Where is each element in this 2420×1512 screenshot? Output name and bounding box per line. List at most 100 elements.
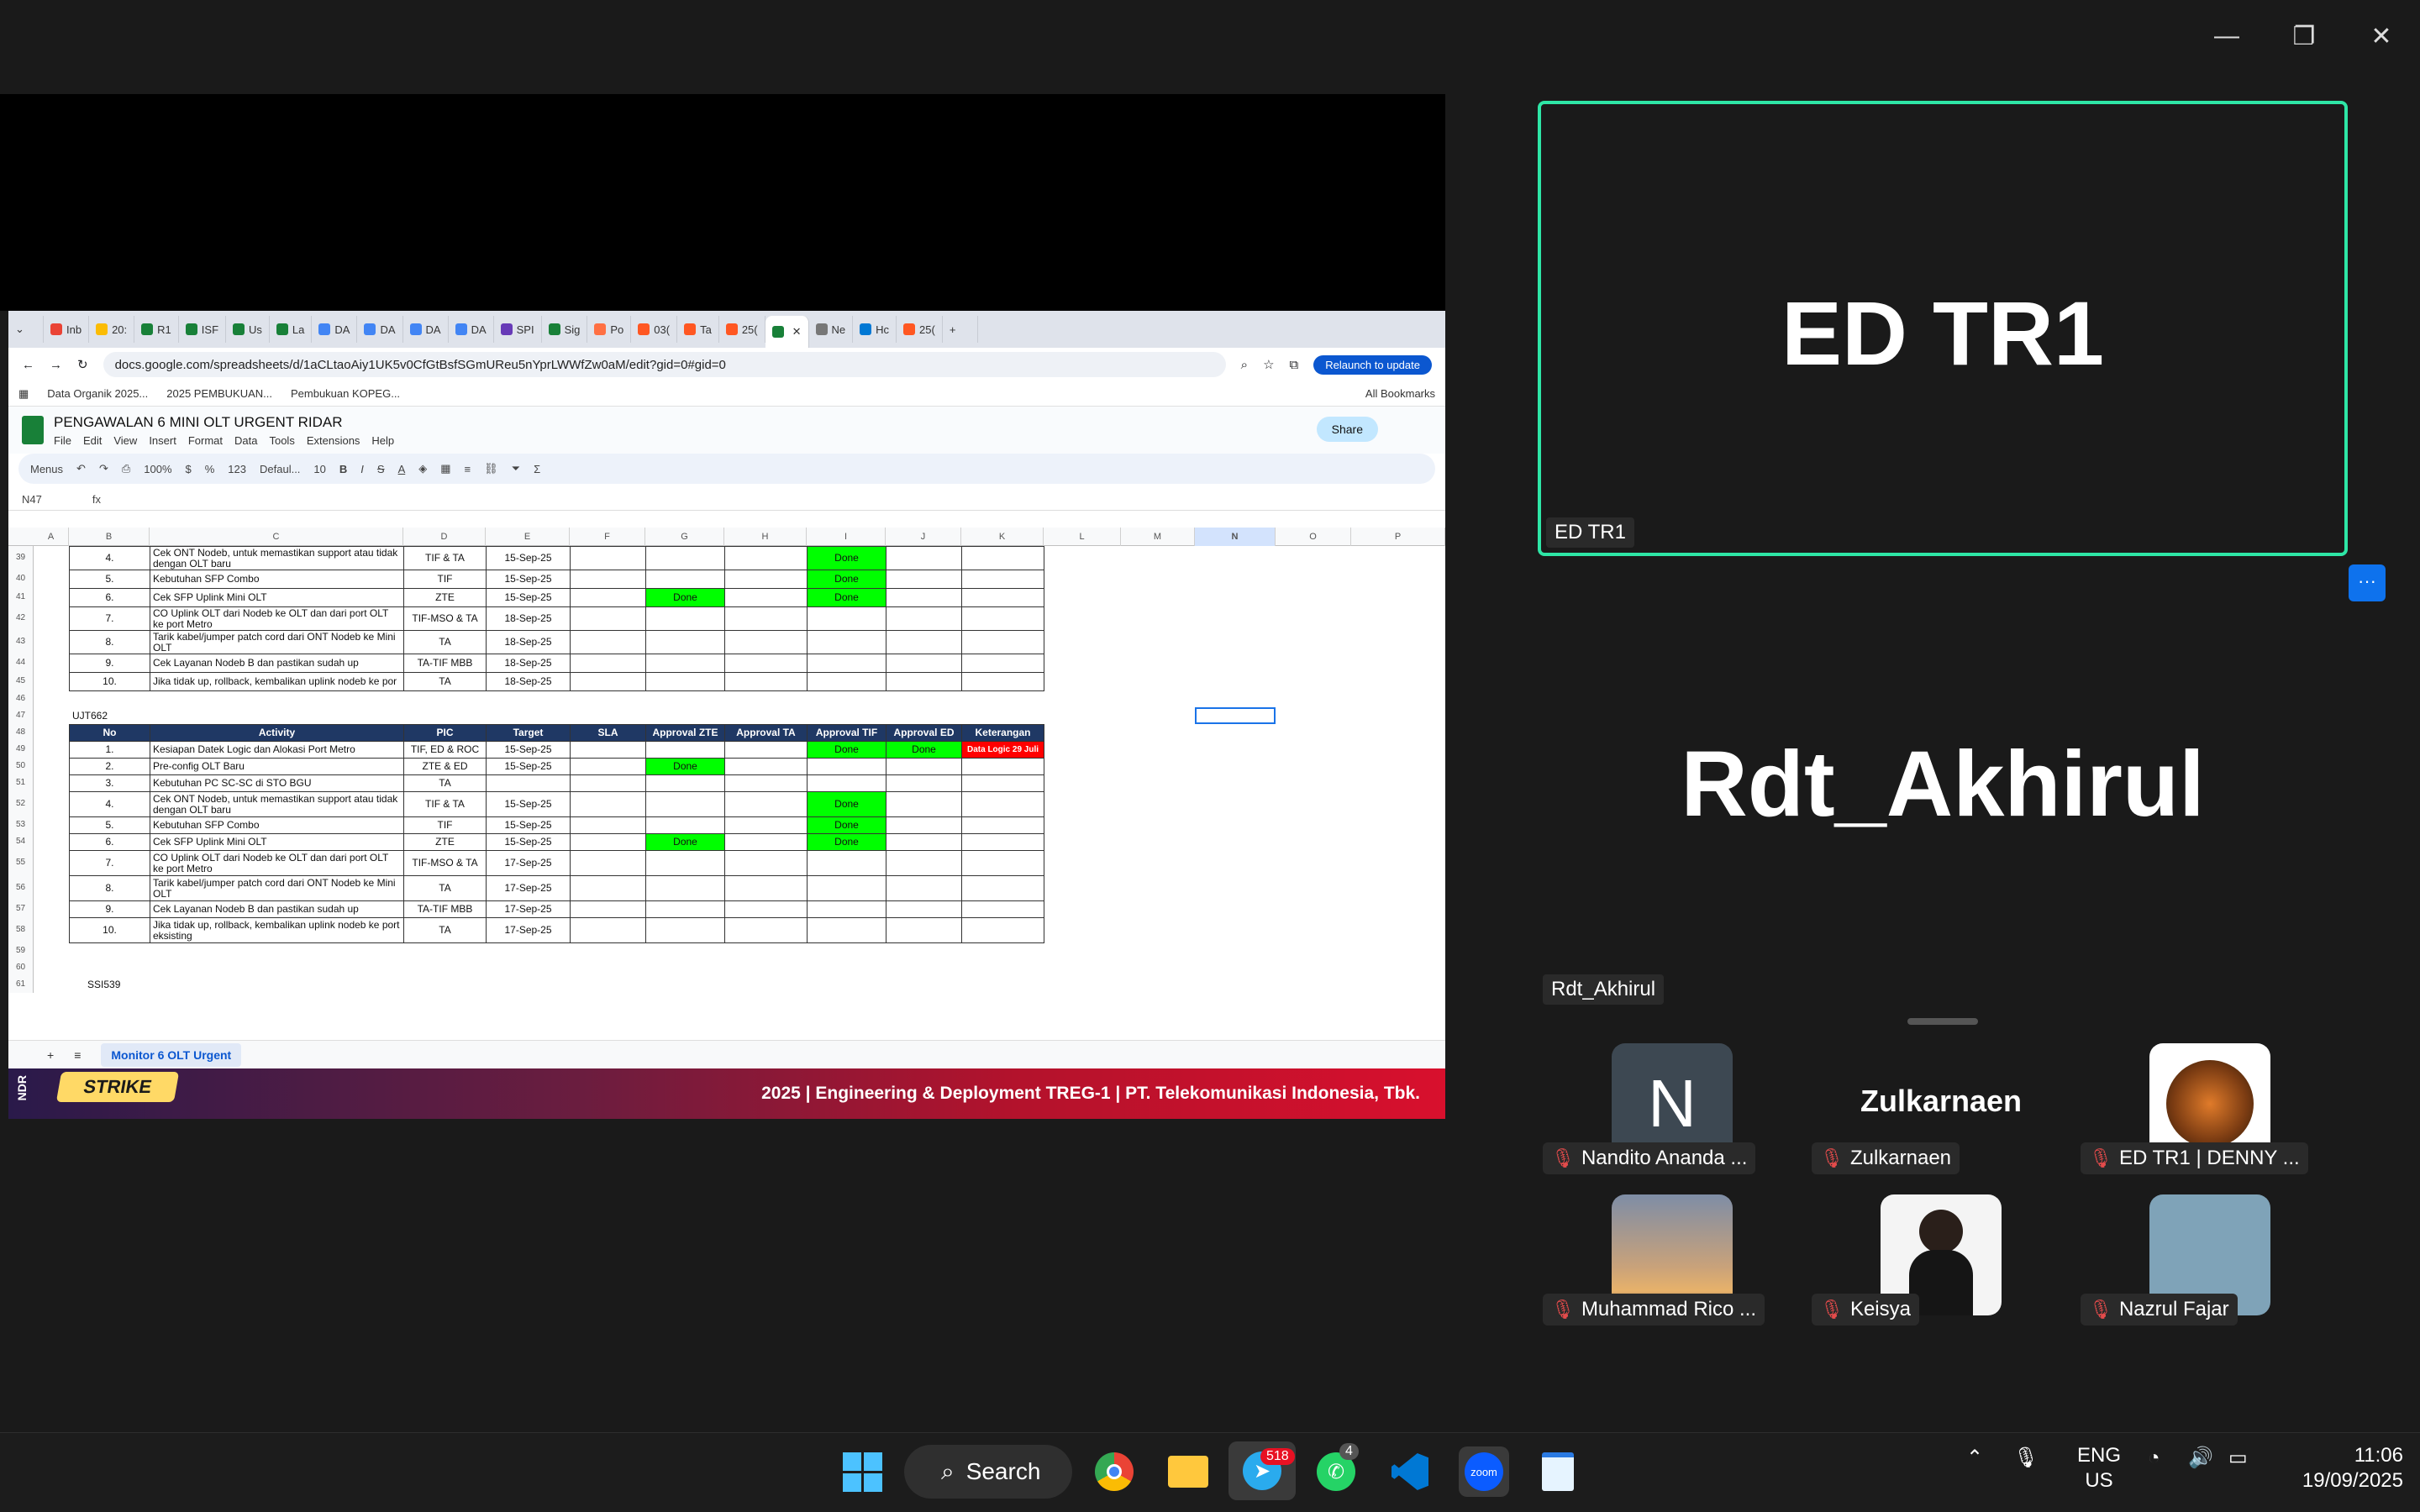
percent-button[interactable]: % xyxy=(205,463,215,475)
row-number[interactable]: 41 xyxy=(8,588,34,606)
zoom-icon[interactable]: ⌕ xyxy=(1241,358,1248,372)
column-header[interactable]: H xyxy=(724,528,807,546)
star-icon[interactable]: ☆ xyxy=(1263,357,1274,372)
mic-location-icon[interactable]: 🎙 xyxy=(2013,1445,2039,1472)
row-number[interactable]: 39 xyxy=(8,546,34,570)
panel-drag-handle[interactable] xyxy=(1907,1018,1978,1025)
column-header[interactable]: K xyxy=(961,528,1044,546)
row-number[interactable]: 48 xyxy=(8,724,34,741)
row-number[interactable]: 53 xyxy=(8,816,34,833)
menu-item[interactable]: Insert xyxy=(149,434,176,447)
chrome-icon[interactable] xyxy=(1089,1446,1139,1497)
close-button[interactable]: ✕ xyxy=(2343,0,2420,72)
column-header[interactable]: B xyxy=(69,528,150,546)
row-number[interactable]: 54 xyxy=(8,833,34,850)
forward-icon[interactable]: → xyxy=(50,358,62,372)
tab-close-icon[interactable]: ✕ xyxy=(792,325,802,339)
browser-tab[interactable]: Ne xyxy=(809,316,854,343)
browser-tab[interactable]: ✕ xyxy=(765,316,809,348)
font-size-field[interactable]: 10 xyxy=(313,463,325,475)
spreadsheet-grid[interactable]: ABCDEFGHIJKLMNOP 39 4. Cek ONT Nodeb, untu… xyxy=(8,528,1445,1032)
fill-color-icon[interactable]: ◈ xyxy=(418,462,427,475)
bookmark-2[interactable]: 2025 PEMBUKUAN... xyxy=(166,387,272,400)
extensions-icon[interactable]: ⧉ xyxy=(1290,358,1299,372)
row-number[interactable]: 61 xyxy=(8,976,34,993)
column-header[interactable]: A xyxy=(34,528,69,546)
battery-icon[interactable]: ▭ xyxy=(2228,1445,2248,1472)
functions-icon[interactable]: Σ xyxy=(534,463,540,475)
row-number[interactable]: 55 xyxy=(8,850,34,875)
video-tile-ed-tr1[interactable]: ED TR1 ED TR1 xyxy=(1538,101,2348,556)
column-header[interactable]: P xyxy=(1351,528,1445,546)
bookmark-3[interactable]: Pembukuan KOPEG... xyxy=(291,387,400,400)
minimize-button[interactable]: — xyxy=(2188,0,2265,72)
column-header[interactable]: D xyxy=(403,528,486,546)
column-header[interactable]: C xyxy=(150,528,403,546)
align-icon[interactable]: ≡ xyxy=(465,463,471,475)
currency-button[interactable]: $ xyxy=(186,463,192,475)
row-number[interactable]: 49 xyxy=(8,741,34,758)
browser-tab[interactable]: Hc xyxy=(853,316,897,343)
row-number[interactable]: 51 xyxy=(8,774,34,791)
menu-item[interactable]: Help xyxy=(371,434,394,447)
sheet-tab-active[interactable]: Monitor 6 OLT Urgent xyxy=(101,1042,242,1067)
row-number[interactable]: 47 xyxy=(8,707,34,724)
row-number[interactable]: 58 xyxy=(8,917,34,942)
row-number[interactable]: 57 xyxy=(8,900,34,917)
menu-item[interactable]: Format xyxy=(188,434,223,447)
volume-icon[interactable]: 🔊 xyxy=(2188,1445,2213,1472)
column-header[interactable]: J xyxy=(886,528,961,546)
windows-start-icon[interactable] xyxy=(837,1446,887,1497)
menu-item[interactable]: View xyxy=(113,434,137,447)
wifi-icon[interactable]: ◔ xyxy=(2148,1445,2160,1472)
browser-tab[interactable]: DA xyxy=(357,316,403,343)
notepad-icon[interactable] xyxy=(1533,1446,1583,1497)
share-button[interactable]: Share xyxy=(1316,417,1378,442)
column-header[interactable]: E xyxy=(486,528,570,546)
name-box[interactable]: N47 xyxy=(22,493,42,506)
relaunch-button[interactable]: Relaunch to update xyxy=(1313,354,1432,375)
tray-overflow-icon[interactable]: ⌃ xyxy=(1966,1445,1983,1472)
row-number[interactable]: 56 xyxy=(8,875,34,900)
browser-tab[interactable]: DA xyxy=(403,316,449,343)
column-header[interactable]: F xyxy=(570,528,645,546)
menu-item[interactable]: Tools xyxy=(269,434,294,447)
strikethrough-icon[interactable]: S xyxy=(377,463,385,475)
bookmark-1[interactable]: Data Organik 2025... xyxy=(47,387,148,400)
row-number[interactable]: 60 xyxy=(8,959,34,976)
more-options-button[interactable]: ··· xyxy=(2349,564,2386,601)
column-header[interactable]: G xyxy=(645,528,724,546)
number-format-button[interactable]: 123 xyxy=(228,463,246,475)
add-sheet-icon[interactable]: + xyxy=(47,1048,54,1062)
borders-icon[interactable]: ▦ xyxy=(440,462,450,475)
print-icon[interactable]: ⎙ xyxy=(122,462,130,475)
column-header[interactable]: O xyxy=(1276,528,1351,546)
browser-tab[interactable]: 20: xyxy=(89,316,135,343)
menu-item[interactable]: Edit xyxy=(83,434,102,447)
row-number[interactable]: 44 xyxy=(8,654,34,672)
menu-item[interactable]: Extensions xyxy=(307,434,360,447)
browser-tab[interactable]: Inb xyxy=(44,316,90,343)
file-explorer-icon[interactable] xyxy=(1163,1446,1213,1497)
new-tab-icon[interactable]: + xyxy=(943,316,978,343)
browser-tab[interactable]: Sig xyxy=(542,316,588,343)
menus-search[interactable]: Menus xyxy=(30,463,63,475)
row-number[interactable]: 42 xyxy=(8,606,34,630)
redo-icon[interactable]: ↷ xyxy=(99,462,108,475)
font-select[interactable]: Defaul... xyxy=(260,463,300,475)
row-number[interactable]: 59 xyxy=(8,942,34,959)
browser-tab[interactable]: R1 xyxy=(134,316,179,343)
browser-tab[interactable]: Po xyxy=(587,316,632,343)
browser-tab[interactable]: 25( xyxy=(719,316,765,343)
column-header[interactable]: L xyxy=(1044,528,1121,546)
row-number[interactable]: 40 xyxy=(8,570,34,588)
menu-item[interactable]: File xyxy=(54,434,71,447)
column-header[interactable]: N xyxy=(1195,528,1276,546)
restore-button[interactable]: ❐ xyxy=(2265,0,2343,72)
undo-icon[interactable]: ↶ xyxy=(76,462,86,475)
browser-tab[interactable]: Ta xyxy=(677,316,719,343)
browser-tab[interactable]: SPI xyxy=(494,316,542,343)
link-icon[interactable]: ⛓ xyxy=(484,462,498,475)
browser-tab[interactable]: 25( xyxy=(897,316,943,343)
all-bookmarks[interactable]: All Bookmarks xyxy=(1365,387,1435,400)
